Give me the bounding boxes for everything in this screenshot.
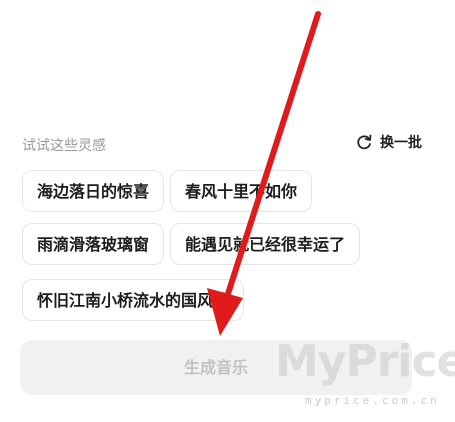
page: 试试这些灵感 换一批 海边落日的惊喜 春风十里不如你 雨滴滑落玻璃窗 能遇见就已… [0, 0, 455, 422]
refresh-button[interactable]: 换一批 [354, 132, 422, 152]
generate-music-button[interactable]: 生成音乐 [20, 340, 412, 395]
chip-lucky-to-meet[interactable]: 能遇见就已经很幸运了 [170, 223, 361, 265]
refresh-icon [354, 132, 374, 152]
inspiration-header: 试试这些灵感 换一批 [22, 132, 422, 156]
section-title: 试试这些灵感 [22, 138, 106, 154]
refresh-label: 换一批 [380, 135, 422, 151]
chip-raindrops-window[interactable]: 雨滴滑落玻璃窗 [22, 223, 165, 265]
chip-jiangnan-guofeng[interactable]: 怀旧江南小桥流水的国风歌 [22, 279, 245, 321]
chip-spring-breeze[interactable]: 春风十里不如你 [170, 170, 313, 212]
watermark-url: myprice.com.cn [305, 394, 440, 407]
chip-sunset-surprise[interactable]: 海边落日的惊喜 [22, 170, 165, 212]
